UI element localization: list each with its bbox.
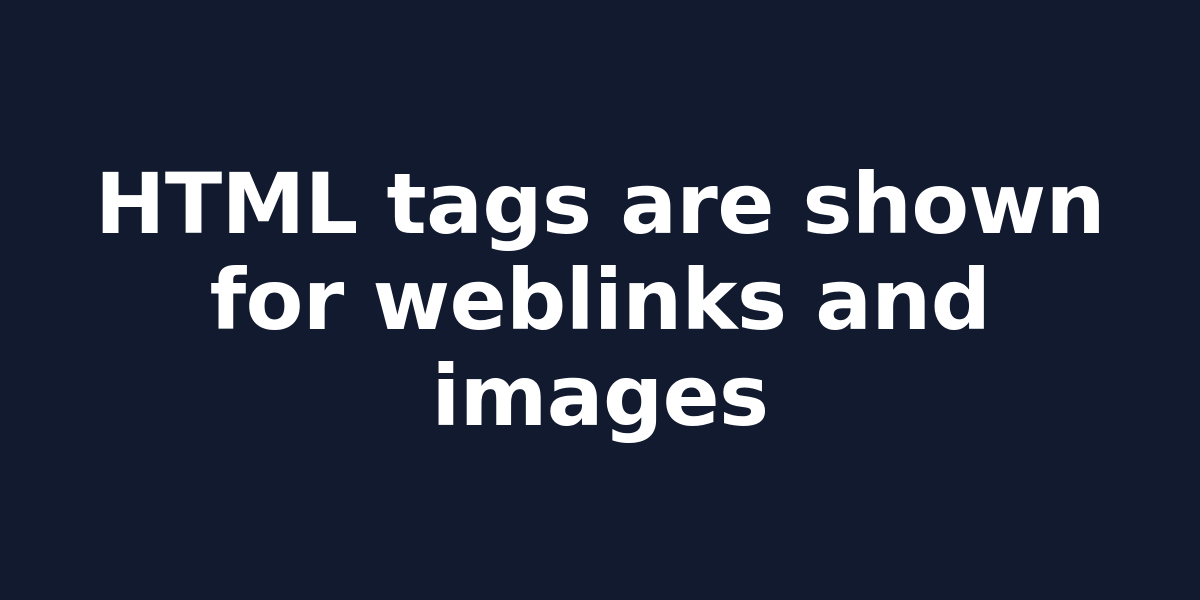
headline: HTML tags are shown for weblinks and ima… bbox=[95, 155, 1105, 445]
social-card: HTML tags are shown for weblinks and ima… bbox=[0, 0, 1200, 600]
